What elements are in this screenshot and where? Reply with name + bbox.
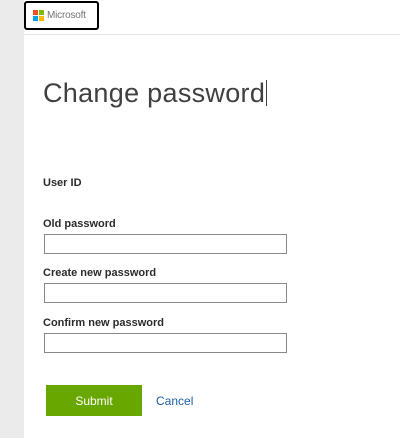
old-password-label: Old password [43,218,116,230]
cancel-link[interactable]: Cancel [156,394,193,408]
microsoft-logo[interactable]: Microsoft [24,1,99,30]
text-caret [266,80,268,106]
new-password-field[interactable] [44,283,287,303]
user-id-label: User ID [43,177,82,189]
new-password-label: Create new password [43,267,157,279]
submit-button[interactable]: Submit [46,385,142,416]
page-title: Change password [43,78,268,109]
logo-text: Microsoft [47,10,86,21]
page-title-text: Change password [43,78,266,108]
left-margin-strip [0,0,24,438]
confirm-password-field[interactable] [44,333,287,353]
top-header: Microsoft [24,0,400,35]
confirm-password-label: Confirm new password [43,317,165,329]
microsoft-windows-icon [33,10,44,21]
old-password-field[interactable] [44,234,287,254]
